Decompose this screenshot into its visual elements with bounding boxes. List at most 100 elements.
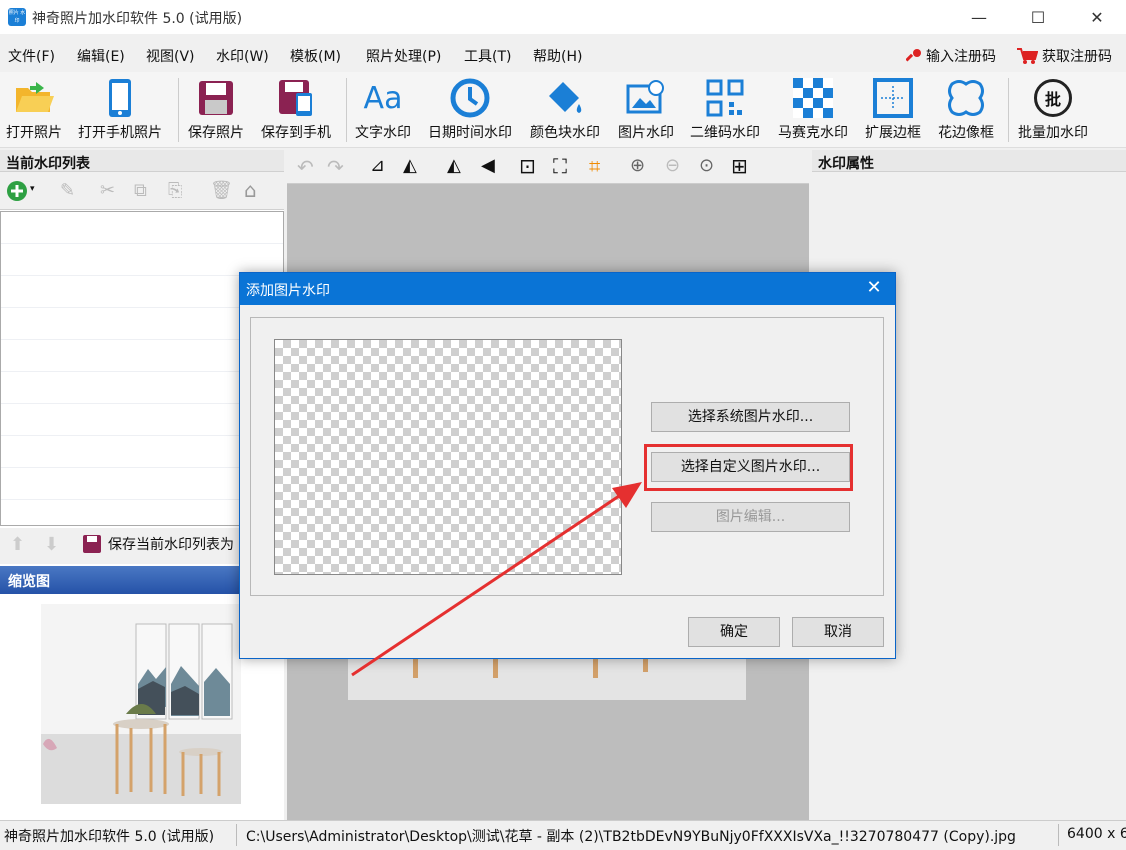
menu-edit[interactable]: 编辑(E) (77, 46, 125, 66)
window-title: 神奇照片加水印软件 5.0 (试用版) (32, 11, 243, 27)
app-icon: 照片 水印 (8, 8, 26, 26)
resize-icon[interactable]: ⊡ (519, 154, 536, 178)
watermark-list-toolbar: ▾ ✎ ✂ ⧉ ⎘ 🗑 ⌂ (0, 172, 284, 210)
close-button[interactable]: ✕ (1074, 0, 1120, 34)
annotation-arrow (351, 482, 642, 677)
copy-icon[interactable]: ⧉ (134, 180, 147, 201)
expand-border-label: 扩展边框 (865, 125, 921, 141)
open-phone-photo-label: 打开手机照片 (78, 125, 162, 141)
zoom-actual-icon[interactable]: ⊙ (699, 155, 714, 176)
chevron-down-icon[interactable]: ▾ (30, 184, 35, 194)
qr-watermark-button[interactable]: 二维码水印 (690, 76, 760, 146)
fit-icon[interactable]: ⛶ (553, 154, 567, 178)
canvas-toolbar: ↶ ↷ ⊿ ◭ ◭ ◀ ⊡ ⛶ ⌗ ⊕ ⊖ ⊙ ⊞ (287, 150, 809, 184)
mosaic-icon (791, 76, 835, 120)
batch-icon: 批 (1031, 76, 1075, 120)
expand-border-icon (871, 76, 915, 120)
add-watermark-icon[interactable] (6, 180, 28, 202)
dialog-close-icon[interactable]: ✕ (859, 277, 889, 301)
move-up-icon[interactable]: ⬆ (10, 534, 25, 555)
toolbar-separator (1008, 78, 1009, 142)
text-watermark-label: 文字水印 (355, 125, 411, 141)
menu-bar: 文件(F) 编辑(E) 视图(V) 水印(W) 模板(M) 照片处理(P) 工具… (0, 38, 1126, 70)
menu-photo-process[interactable]: 照片处理(P) (366, 46, 441, 66)
image-edit-button[interactable]: 图片编辑... (651, 502, 850, 532)
save-watermark-list-button[interactable]: 保存当前水印列表为 (82, 534, 234, 554)
status-file-path: C:\Users\Administrator\Desktop\测试\花草 - 副… (246, 829, 1016, 845)
text-watermark-button[interactable]: Aa 文字水印 (355, 76, 411, 146)
paint-bucket-icon (543, 76, 587, 120)
title-bar: 照片 水印 神奇照片加水印软件 5.0 (试用版) — ☐ ✕ (0, 0, 1126, 34)
menu-watermark[interactable]: 水印(W) (216, 46, 269, 66)
paste-icon[interactable]: ⎘ (168, 180, 182, 201)
crop-icon[interactable]: ⌗ (589, 154, 600, 178)
menu-help[interactable]: 帮助(H) (533, 46, 582, 66)
mosaic-watermark-button[interactable]: 马赛克水印 (778, 76, 848, 146)
qr-watermark-label: 二维码水印 (690, 125, 760, 141)
watermark-list-title: 当前水印列表 (0, 150, 284, 172)
clock-icon (448, 76, 492, 120)
redo-icon[interactable]: ↷ (327, 155, 344, 179)
color-block-watermark-label: 颜色块水印 (530, 125, 600, 141)
rotate-left-icon[interactable]: ⊿ (370, 155, 385, 176)
select-system-image-button[interactable]: 选择系统图片水印... (651, 402, 850, 432)
get-reg-code-button[interactable]: 获取注册码 (1016, 46, 1112, 66)
thumbnail-image (41, 604, 241, 804)
edit-pencil-icon[interactable]: ✎ (60, 180, 75, 201)
highlight-box (644, 444, 853, 491)
clear-all-icon[interactable]: ⌂ (244, 178, 257, 202)
enter-reg-code-label: 输入注册码 (926, 49, 996, 65)
toolbar-separator (178, 78, 179, 142)
flip-horizontal-icon[interactable]: ◭ (447, 155, 461, 176)
menu-template[interactable]: 模板(M) (290, 46, 341, 66)
watermark-properties-title: 水印属性 (812, 150, 1126, 172)
image-watermark-icon (624, 76, 668, 120)
batch-watermark-label: 批量加水印 (1018, 125, 1088, 141)
lace-frame-button[interactable]: 花边像框 (938, 76, 994, 146)
maximize-button[interactable]: ☐ (1015, 0, 1061, 34)
delete-icon[interactable]: 🗑 (210, 180, 233, 201)
get-reg-code-label: 获取注册码 (1042, 49, 1112, 65)
expand-border-button[interactable]: 扩展边框 (865, 76, 921, 146)
dialog-title: 添加图片水印 (240, 273, 895, 305)
minimize-button[interactable]: — (956, 0, 1002, 34)
menu-tools[interactable]: 工具(T) (464, 46, 511, 66)
save-to-phone-label: 保存到手机 (261, 125, 331, 141)
image-watermark-label: 图片水印 (618, 125, 674, 141)
cart-icon (1017, 48, 1038, 64)
batch-watermark-button[interactable]: 批 批量加水印 (1018, 76, 1088, 146)
status-image-size: 6400 x 6 (1067, 826, 1126, 842)
cancel-button[interactable]: 取消 (792, 617, 884, 647)
save-phone-icon (274, 76, 318, 120)
cut-icon[interactable]: ✂ (100, 180, 115, 201)
open-phone-photo-button[interactable]: 打开手机照片 (78, 76, 162, 146)
ok-button[interactable]: 确定 (688, 617, 780, 647)
rotate-right-icon[interactable]: ◭ (403, 155, 417, 176)
fullscreen-icon[interactable]: ⊞ (731, 154, 748, 178)
status-bar: 神奇照片加水印软件 5.0 (试用版) C:\Users\Administrat… (0, 820, 1126, 850)
save-to-phone-button[interactable]: 保存到手机 (261, 76, 331, 146)
status-divider (236, 824, 237, 846)
image-watermark-button[interactable]: 图片水印 (618, 76, 674, 146)
move-down-icon[interactable]: ⬇ (44, 534, 59, 555)
zoom-in-icon[interactable]: ⊕ (630, 155, 645, 176)
text-aa-icon: Aa (361, 76, 405, 120)
phone-icon (98, 76, 142, 120)
lace-frame-label: 花边像框 (938, 125, 994, 141)
undo-icon[interactable]: ↶ (297, 155, 314, 179)
open-photo-button[interactable]: 打开照片 (6, 76, 62, 146)
save-photo-button[interactable]: 保存照片 (188, 76, 244, 146)
save-photo-label: 保存照片 (188, 125, 244, 141)
mosaic-watermark-label: 马赛克水印 (778, 125, 848, 141)
main-toolbar: 打开照片 打开手机照片 保存照片 保存到手机 Aa 文字水印 日期时间水印 颜色… (0, 72, 1126, 148)
datetime-watermark-label: 日期时间水印 (428, 125, 512, 141)
menu-file[interactable]: 文件(F) (8, 46, 55, 66)
enter-reg-code-button[interactable]: 输入注册码 (906, 46, 996, 66)
lace-frame-icon (944, 76, 988, 120)
zoom-out-icon[interactable]: ⊖ (665, 155, 680, 176)
menu-view[interactable]: 视图(V) (146, 46, 195, 66)
datetime-watermark-button[interactable]: 日期时间水印 (428, 76, 512, 146)
flip-vertical-icon[interactable]: ◀ (481, 155, 495, 176)
open-photo-label: 打开照片 (6, 125, 62, 141)
color-block-watermark-button[interactable]: 颜色块水印 (530, 76, 600, 146)
